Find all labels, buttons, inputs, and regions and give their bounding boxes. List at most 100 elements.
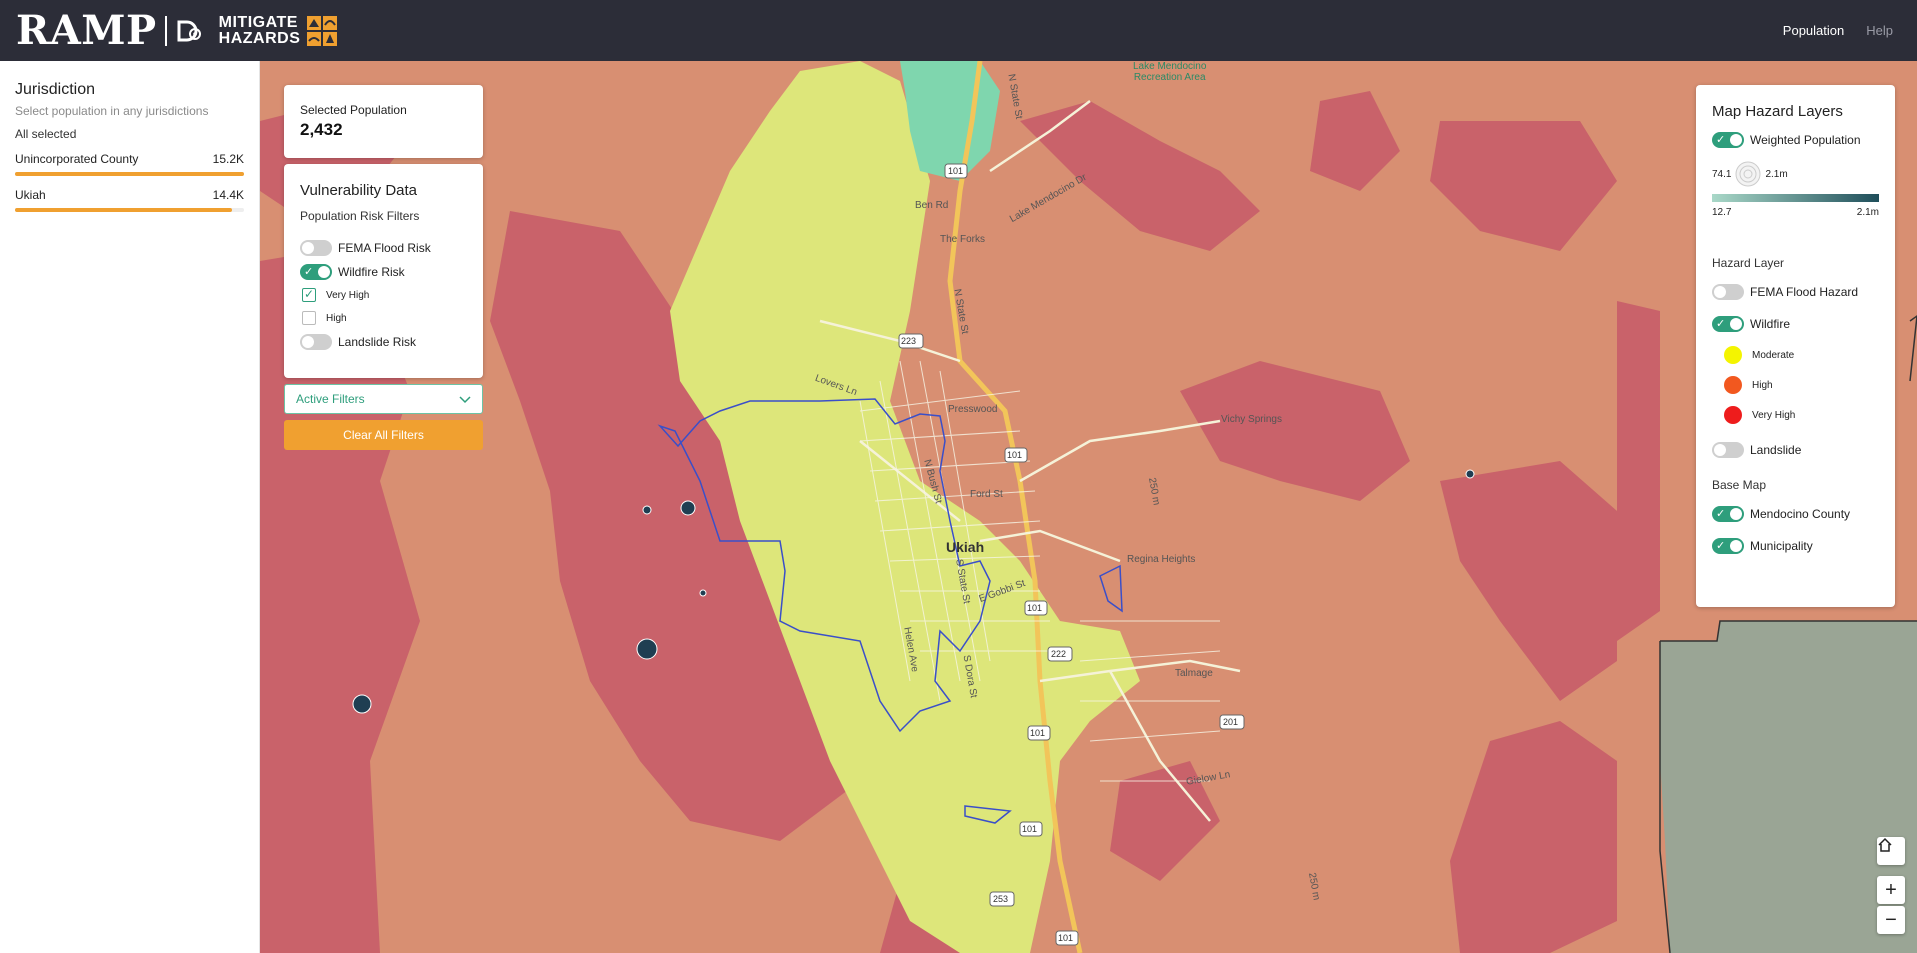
wildfire-risk-row[interactable]: ✓ Wildfire Risk bbox=[300, 264, 467, 280]
chevron-down-icon bbox=[459, 396, 471, 404]
landslide-layer-row[interactable]: Landslide bbox=[1712, 442, 1879, 458]
very-high-checkbox[interactable] bbox=[302, 287, 316, 302]
jurisdiction-value: 14.4K bbox=[212, 188, 244, 202]
weighted-population-label: Weighted Population bbox=[1750, 133, 1861, 147]
map-hazard-layers-card: Map Hazard Layers ✓ Weighted Population … bbox=[1696, 85, 1895, 607]
landslide-risk-toggle[interactable] bbox=[300, 334, 332, 350]
fema-flood-hazard-row[interactable]: FEMA Flood Hazard bbox=[1712, 284, 1879, 300]
map-label-lake: Lake Mendocino Recreation Area bbox=[1133, 61, 1206, 83]
jurisdiction-item-ukiah[interactable]: Ukiah 14.4K bbox=[15, 188, 244, 212]
hazard-badge-icon bbox=[307, 15, 338, 46]
map-label-101-c: 101 bbox=[1027, 603, 1043, 613]
high-row[interactable]: High bbox=[300, 311, 467, 325]
brand-subtitle-line1: MITIGATE bbox=[218, 13, 298, 31]
mendocino-county-row[interactable]: ✓ Mendocino County bbox=[1712, 506, 1879, 522]
home-extent-button[interactable] bbox=[1877, 837, 1905, 865]
fema-flood-hazard-toggle[interactable] bbox=[1712, 284, 1744, 300]
mendocino-county-toggle[interactable]: ✓ bbox=[1712, 506, 1744, 522]
selected-population-card: Selected Population 2,432 bbox=[284, 85, 483, 158]
map-label-101-e: 101 bbox=[1022, 824, 1038, 834]
municipality-label: Municipality bbox=[1750, 539, 1813, 553]
nav-help[interactable]: Help bbox=[1866, 23, 1893, 38]
very-high-label: Very High bbox=[326, 289, 370, 301]
circle-size-icon bbox=[1735, 161, 1761, 187]
hazard-map bbox=[260, 61, 1917, 953]
landslide-layer-toggle[interactable] bbox=[1712, 442, 1744, 458]
org-logo-icon bbox=[177, 20, 201, 41]
very-high-row[interactable]: Very High bbox=[300, 287, 467, 302]
wildfire-risk-toggle[interactable]: ✓ bbox=[300, 264, 332, 280]
vulnerability-card: Vulnerability Data Population Risk Filte… bbox=[284, 164, 483, 378]
jurisdiction-label: Unincorporated County bbox=[15, 152, 139, 166]
selected-population-label: Selected Population bbox=[300, 103, 407, 117]
nav-population[interactable]: Population bbox=[1783, 23, 1844, 38]
top-nav: Population Help bbox=[1783, 0, 1917, 61]
brand-logo[interactable]: RAMP MITIGATE HAZARDS bbox=[16, 7, 338, 54]
high-label: High bbox=[326, 312, 347, 324]
jurisdiction-item-unincorporated[interactable]: Unincorporated County 15.2K bbox=[15, 152, 244, 176]
map-label-ben-rd: Ben Rd bbox=[915, 200, 949, 211]
jurisdiction-label: Ukiah bbox=[15, 188, 46, 202]
color-ramp-labels: 12.7 2.1m bbox=[1712, 207, 1879, 218]
active-filters-dropdown[interactable]: Active Filters bbox=[284, 384, 483, 414]
wildfire-layer-row[interactable]: ✓ Wildfire bbox=[1712, 316, 1879, 332]
jurisdiction-bar bbox=[15, 208, 244, 212]
legend-title: Map Hazard Layers bbox=[1712, 103, 1843, 120]
wildfire-risk-label: Wildfire Risk bbox=[338, 265, 405, 279]
high-class-label: High bbox=[1752, 379, 1773, 391]
high-swatch bbox=[1724, 376, 1742, 394]
zoom-out-button[interactable]: − bbox=[1877, 906, 1905, 934]
moderate-label: Moderate bbox=[1752, 349, 1795, 361]
circle-size-legend: 74.1 2.1m bbox=[1712, 160, 1879, 188]
weighted-population-toggle[interactable]: ✓ bbox=[1712, 132, 1744, 148]
home-icon bbox=[1878, 837, 1892, 852]
map-label-222: 222 bbox=[1051, 649, 1067, 659]
map-label-talmage: Talmage bbox=[1175, 668, 1213, 679]
map-label-ukiah: Ukiah bbox=[946, 539, 985, 555]
brand-subtitle: MITIGATE HAZARDS bbox=[218, 13, 301, 47]
weighted-population-row[interactable]: ✓ Weighted Population bbox=[1712, 132, 1879, 148]
hazard-layer-heading: Hazard Layer bbox=[1712, 256, 1785, 270]
map-label-223: 223 bbox=[901, 336, 917, 346]
zoom-in-button[interactable]: + bbox=[1877, 876, 1905, 904]
landslide-risk-label: Landslide Risk bbox=[338, 335, 417, 349]
map-label-the-forks: The Forks bbox=[940, 234, 986, 245]
fema-flood-hazard-label: FEMA Flood Hazard bbox=[1750, 285, 1859, 299]
fema-flood-risk-label: FEMA Flood Risk bbox=[338, 241, 431, 255]
base-map-heading: Base Map bbox=[1712, 478, 1767, 492]
map-label-101-f: 101 bbox=[1058, 933, 1074, 943]
jurisdiction-bar bbox=[15, 172, 244, 176]
legend-class-very-high: Very High bbox=[1712, 406, 1879, 424]
brand-subtitle-line2: HAZARDS bbox=[218, 29, 301, 47]
very-high-class-label: Very High bbox=[1752, 409, 1796, 421]
fema-flood-risk-row[interactable]: FEMA Flood Risk bbox=[300, 240, 467, 256]
landslide-risk-row[interactable]: Landslide Risk bbox=[300, 334, 467, 350]
map-label-presswood: Presswood bbox=[948, 404, 998, 415]
map-label-201: 201 bbox=[1223, 717, 1239, 727]
municipality-row[interactable]: ✓ Municipality bbox=[1712, 538, 1879, 554]
municipality-toggle[interactable]: ✓ bbox=[1712, 538, 1744, 554]
moderate-swatch bbox=[1724, 346, 1742, 364]
very-high-swatch bbox=[1724, 406, 1742, 424]
map-canvas[interactable]: Lake Mendocino Recreation Area N State S… bbox=[260, 61, 1917, 953]
wildfire-layer-toggle[interactable]: ✓ bbox=[1712, 316, 1744, 332]
sidebar-title: Jurisdiction bbox=[15, 81, 96, 98]
map-label-lake-line1: Lake Mendocino bbox=[1133, 61, 1207, 72]
brand-divider bbox=[164, 15, 167, 46]
map-label-101-d: 101 bbox=[1030, 728, 1046, 738]
population-color-ramp bbox=[1712, 194, 1879, 202]
wildfire-layer-label: Wildfire bbox=[1750, 317, 1791, 331]
map-label-ford-st: Ford St bbox=[970, 489, 1003, 500]
all-selected-label[interactable]: All selected bbox=[15, 127, 76, 141]
high-checkbox[interactable] bbox=[302, 311, 316, 325]
clear-all-filters-button[interactable]: Clear All Filters bbox=[284, 420, 483, 450]
app-header: RAMP MITIGATE HAZARDS Population Help bbox=[0, 0, 1917, 61]
circle-min-label: 74.1 bbox=[1712, 168, 1732, 180]
population-risk-filters-label: Population Risk Filters bbox=[300, 209, 420, 223]
map-label-vichy-springs: Vichy Springs bbox=[1221, 414, 1282, 425]
sidebar-subtitle: Select population in any jurisdictions bbox=[15, 104, 209, 118]
brand-title: RAMP bbox=[16, 7, 157, 54]
selected-population-value: 2,432 bbox=[300, 120, 343, 139]
fema-flood-risk-toggle[interactable] bbox=[300, 240, 332, 256]
jurisdiction-value: 15.2K bbox=[212, 152, 244, 166]
